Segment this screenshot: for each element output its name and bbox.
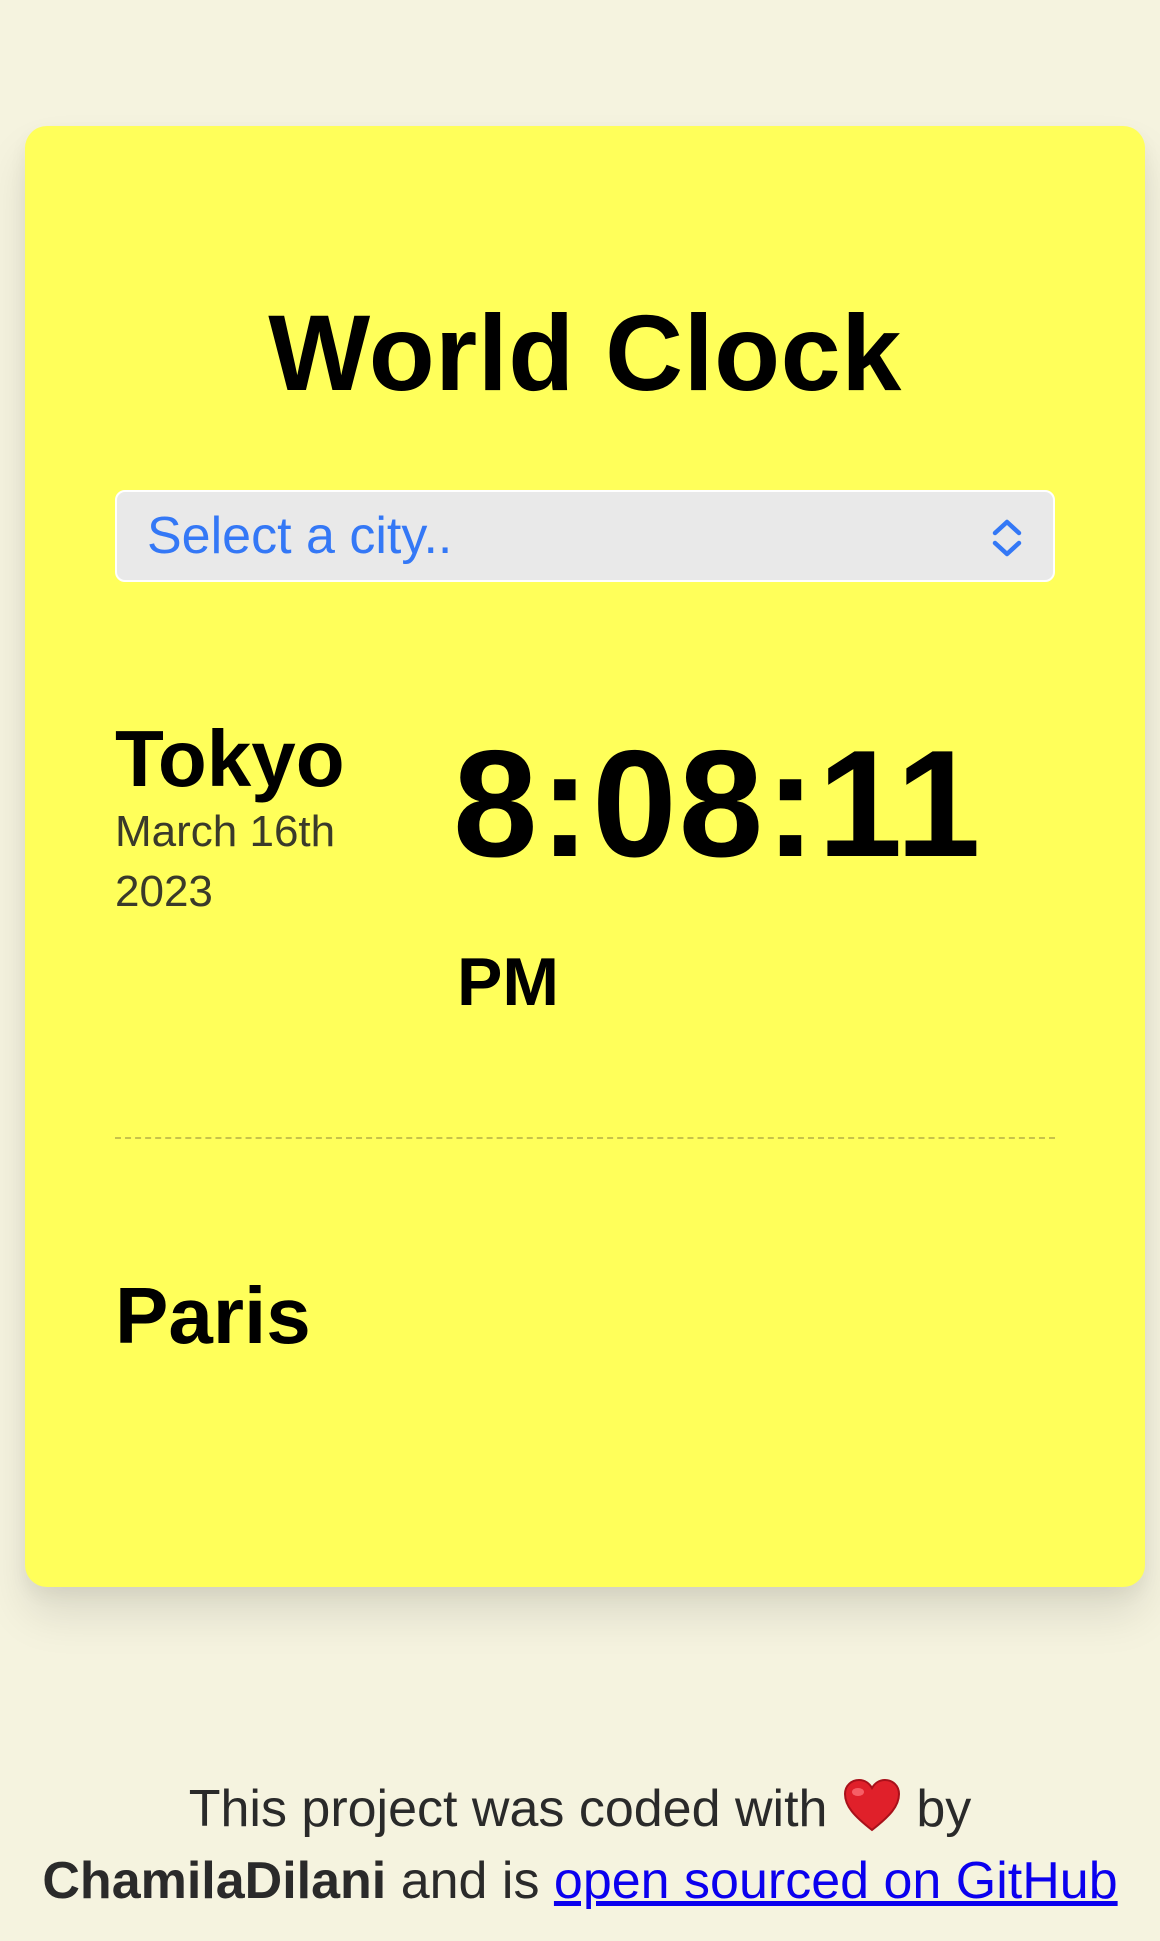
city-date: March 16th 2023 [115,802,395,922]
city-select-placeholder: Select a city.. [147,507,453,565]
city-time-ampm: PM [457,944,559,1020]
page-title: World Clock [268,292,902,413]
footer-line-1: This project was coded with by [0,1773,1160,1845]
city-divider [115,1137,1055,1139]
city-select[interactable]: Select a city.. [115,490,1055,582]
heart-icon [843,1778,900,1832]
city-date-year: 2023 [115,867,213,916]
city-name: Paris [115,1271,311,1360]
footer-text: and is [400,1852,540,1910]
city-time: 8:08:11 [453,719,983,889]
github-link[interactable]: open sourced on GitHub [554,1852,1118,1910]
clock-card: World Clock Select a city.. Tokyo March … [25,126,1145,1587]
footer-line-2: ChamilaDilani and is open sourced on Git… [0,1845,1160,1917]
chevron-up-down-icon [992,519,1022,557]
footer-text: This project was coded with [188,1780,828,1838]
footer-author: ChamilaDilani [42,1852,387,1910]
footer: This project was coded with by ChamilaDi… [0,1773,1160,1917]
city-date-day: March 16th [115,807,336,856]
city-name: Tokyo [115,714,345,803]
footer-text: by [916,1780,972,1838]
